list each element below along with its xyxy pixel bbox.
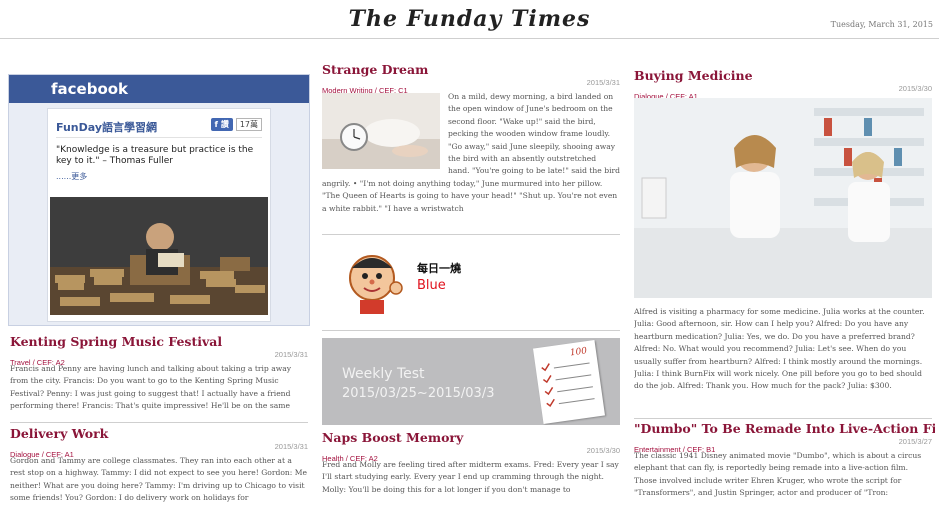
article-date: 2015/3/31 xyxy=(274,350,308,359)
article-naps: Naps Boost Memory Health / CEF: A2 2015/… xyxy=(322,430,620,506)
column-middle: Strange Dream Modern Writing / CEF: C1 2… xyxy=(314,38,620,506)
column-left: facebook FunDay語言學習網 f 讚 17萬 "Knowledge … xyxy=(0,38,310,506)
weekly-test-banner[interactable]: Weekly Test 2015/03/25~2015/03/3 100 xyxy=(322,338,620,425)
article-date: 2015/3/30 xyxy=(586,446,620,455)
article-dumbo: "Dumbo" To Be Remade Into Live-Action Fi… xyxy=(634,421,935,506)
column-right: Buying Medicine Dialogue / CEF: A1 2015/… xyxy=(626,38,935,506)
article-meta: Entertainment / CEF: B1 2015/3/27 xyxy=(634,437,932,454)
article-excerpt: The classic 1941 Disney animated movie "… xyxy=(634,451,922,498)
daily-word-card[interactable]: 每日一燒 Blue xyxy=(322,238,620,324)
article-title[interactable]: Naps Boost Memory xyxy=(322,430,620,445)
score-label: 100 xyxy=(569,346,588,358)
facebook-page-card: FunDay語言學習網 f 讚 17萬 "Knowledge is a trea… xyxy=(47,108,271,322)
article-buying-medicine-body: Alfred is visiting a pharmacy for some m… xyxy=(634,304,932,418)
reading-girl-photo xyxy=(50,197,268,315)
article-excerpt: Fred and Molly are feeling tired after m… xyxy=(322,460,619,494)
article-date: 2015/3/27 xyxy=(898,437,932,446)
facebook-divider xyxy=(56,137,262,138)
article-excerpt: Francis and Penny are having lunch and t… xyxy=(10,364,292,411)
daily-word-value[interactable]: Blue xyxy=(417,278,446,293)
article-category[interactable]: Entertainment / CEF: B1 xyxy=(634,445,715,454)
article-body-wrap: On a mild, dewy morning, a bird landed o… xyxy=(322,91,620,229)
mascot-icon xyxy=(349,255,403,314)
article-date: 2015/3/31 xyxy=(274,442,308,451)
article-kenting: Kenting Spring Music Festival Travel / C… xyxy=(10,334,308,413)
article-meta: Dialogue / CEF: A1 2015/3/30 xyxy=(634,84,932,101)
article-date: 2015/3/31 xyxy=(586,78,620,87)
article-category[interactable]: Travel / CEF: A2 xyxy=(10,358,65,367)
facebook-like-group: f 讚 17萬 xyxy=(210,118,262,131)
article-strange-dream: Strange Dream Modern Writing / CEF: C1 2… xyxy=(322,62,620,229)
thumbs-up-icon: f xyxy=(214,120,219,129)
article-separator xyxy=(634,418,932,419)
weekly-test-title: Weekly Test xyxy=(342,366,425,382)
facebook-brand[interactable]: facebook xyxy=(9,75,309,103)
alarm-clock-icon xyxy=(322,93,440,169)
article-excerpt: Gordon and Tammy are college classmates.… xyxy=(10,456,308,503)
article-title[interactable]: "Dumbo" To Be Remade Into Live-Action Fi… xyxy=(634,421,935,436)
article-meta: Travel / CEF: A2 2015/3/31 xyxy=(10,350,308,367)
article-buying-medicine: Buying Medicine Dialogue / CEF: A1 2015/… xyxy=(634,68,932,101)
masthead-bar: The Funday Times Tuesday, March 31, 2015 xyxy=(0,0,939,39)
facebook-more-link[interactable]: ......更多 xyxy=(56,171,87,182)
alarm-clock-photo[interactable] xyxy=(322,93,440,169)
facebook-widget: facebook FunDay語言學習網 f 讚 17萬 "Knowledge … xyxy=(8,74,310,326)
article-title[interactable]: Kenting Spring Music Festival xyxy=(10,334,308,349)
article-delivery: Delivery Work Dialogue / CEF: A1 2015/3/… xyxy=(10,426,308,506)
facebook-like-label: 讚 xyxy=(220,120,229,129)
facebook-post-photo[interactable] xyxy=(50,197,268,315)
section-separator xyxy=(322,330,620,331)
article-title[interactable]: Delivery Work xyxy=(10,426,308,441)
site-title[interactable]: The Funday Times xyxy=(0,6,939,32)
article-category[interactable]: Health / CEF: A2 xyxy=(322,454,378,463)
article-title[interactable]: Buying Medicine xyxy=(634,68,932,83)
pharmacy-photo[interactable] xyxy=(634,98,932,298)
test-paper-icon: 100 xyxy=(533,340,605,424)
current-date: Tuesday, March 31, 2015 xyxy=(830,20,933,29)
article-separator xyxy=(10,422,308,423)
article-excerpt: Alfred is visiting a pharmacy for some m… xyxy=(634,307,925,391)
article-meta: Dialogue / CEF: A1 2015/3/31 xyxy=(10,442,308,459)
weekly-test-range: 2015/03/25~2015/03/3 xyxy=(342,386,495,401)
article-meta: Health / CEF: A2 2015/3/30 xyxy=(322,446,620,463)
article-date: 2015/3/30 xyxy=(898,84,932,93)
article-meta: Modern Writing / CEF: C1 2015/3/31 xyxy=(322,78,620,95)
article-title[interactable]: Strange Dream xyxy=(322,62,620,77)
pharmacy-scene-icon xyxy=(634,98,932,298)
daily-word-label: 每日一燒 xyxy=(417,262,461,275)
facebook-like-button[interactable]: f 讚 xyxy=(210,118,233,131)
facebook-post-text: "Knowledge is a treasure but practice is… xyxy=(56,145,254,166)
facebook-like-count: 17萬 xyxy=(235,118,262,131)
article-separator xyxy=(322,234,620,235)
article-category[interactable]: Dialogue / CEF: A1 xyxy=(10,450,74,459)
facebook-page-name[interactable]: FunDay語言學習網 xyxy=(56,119,157,135)
